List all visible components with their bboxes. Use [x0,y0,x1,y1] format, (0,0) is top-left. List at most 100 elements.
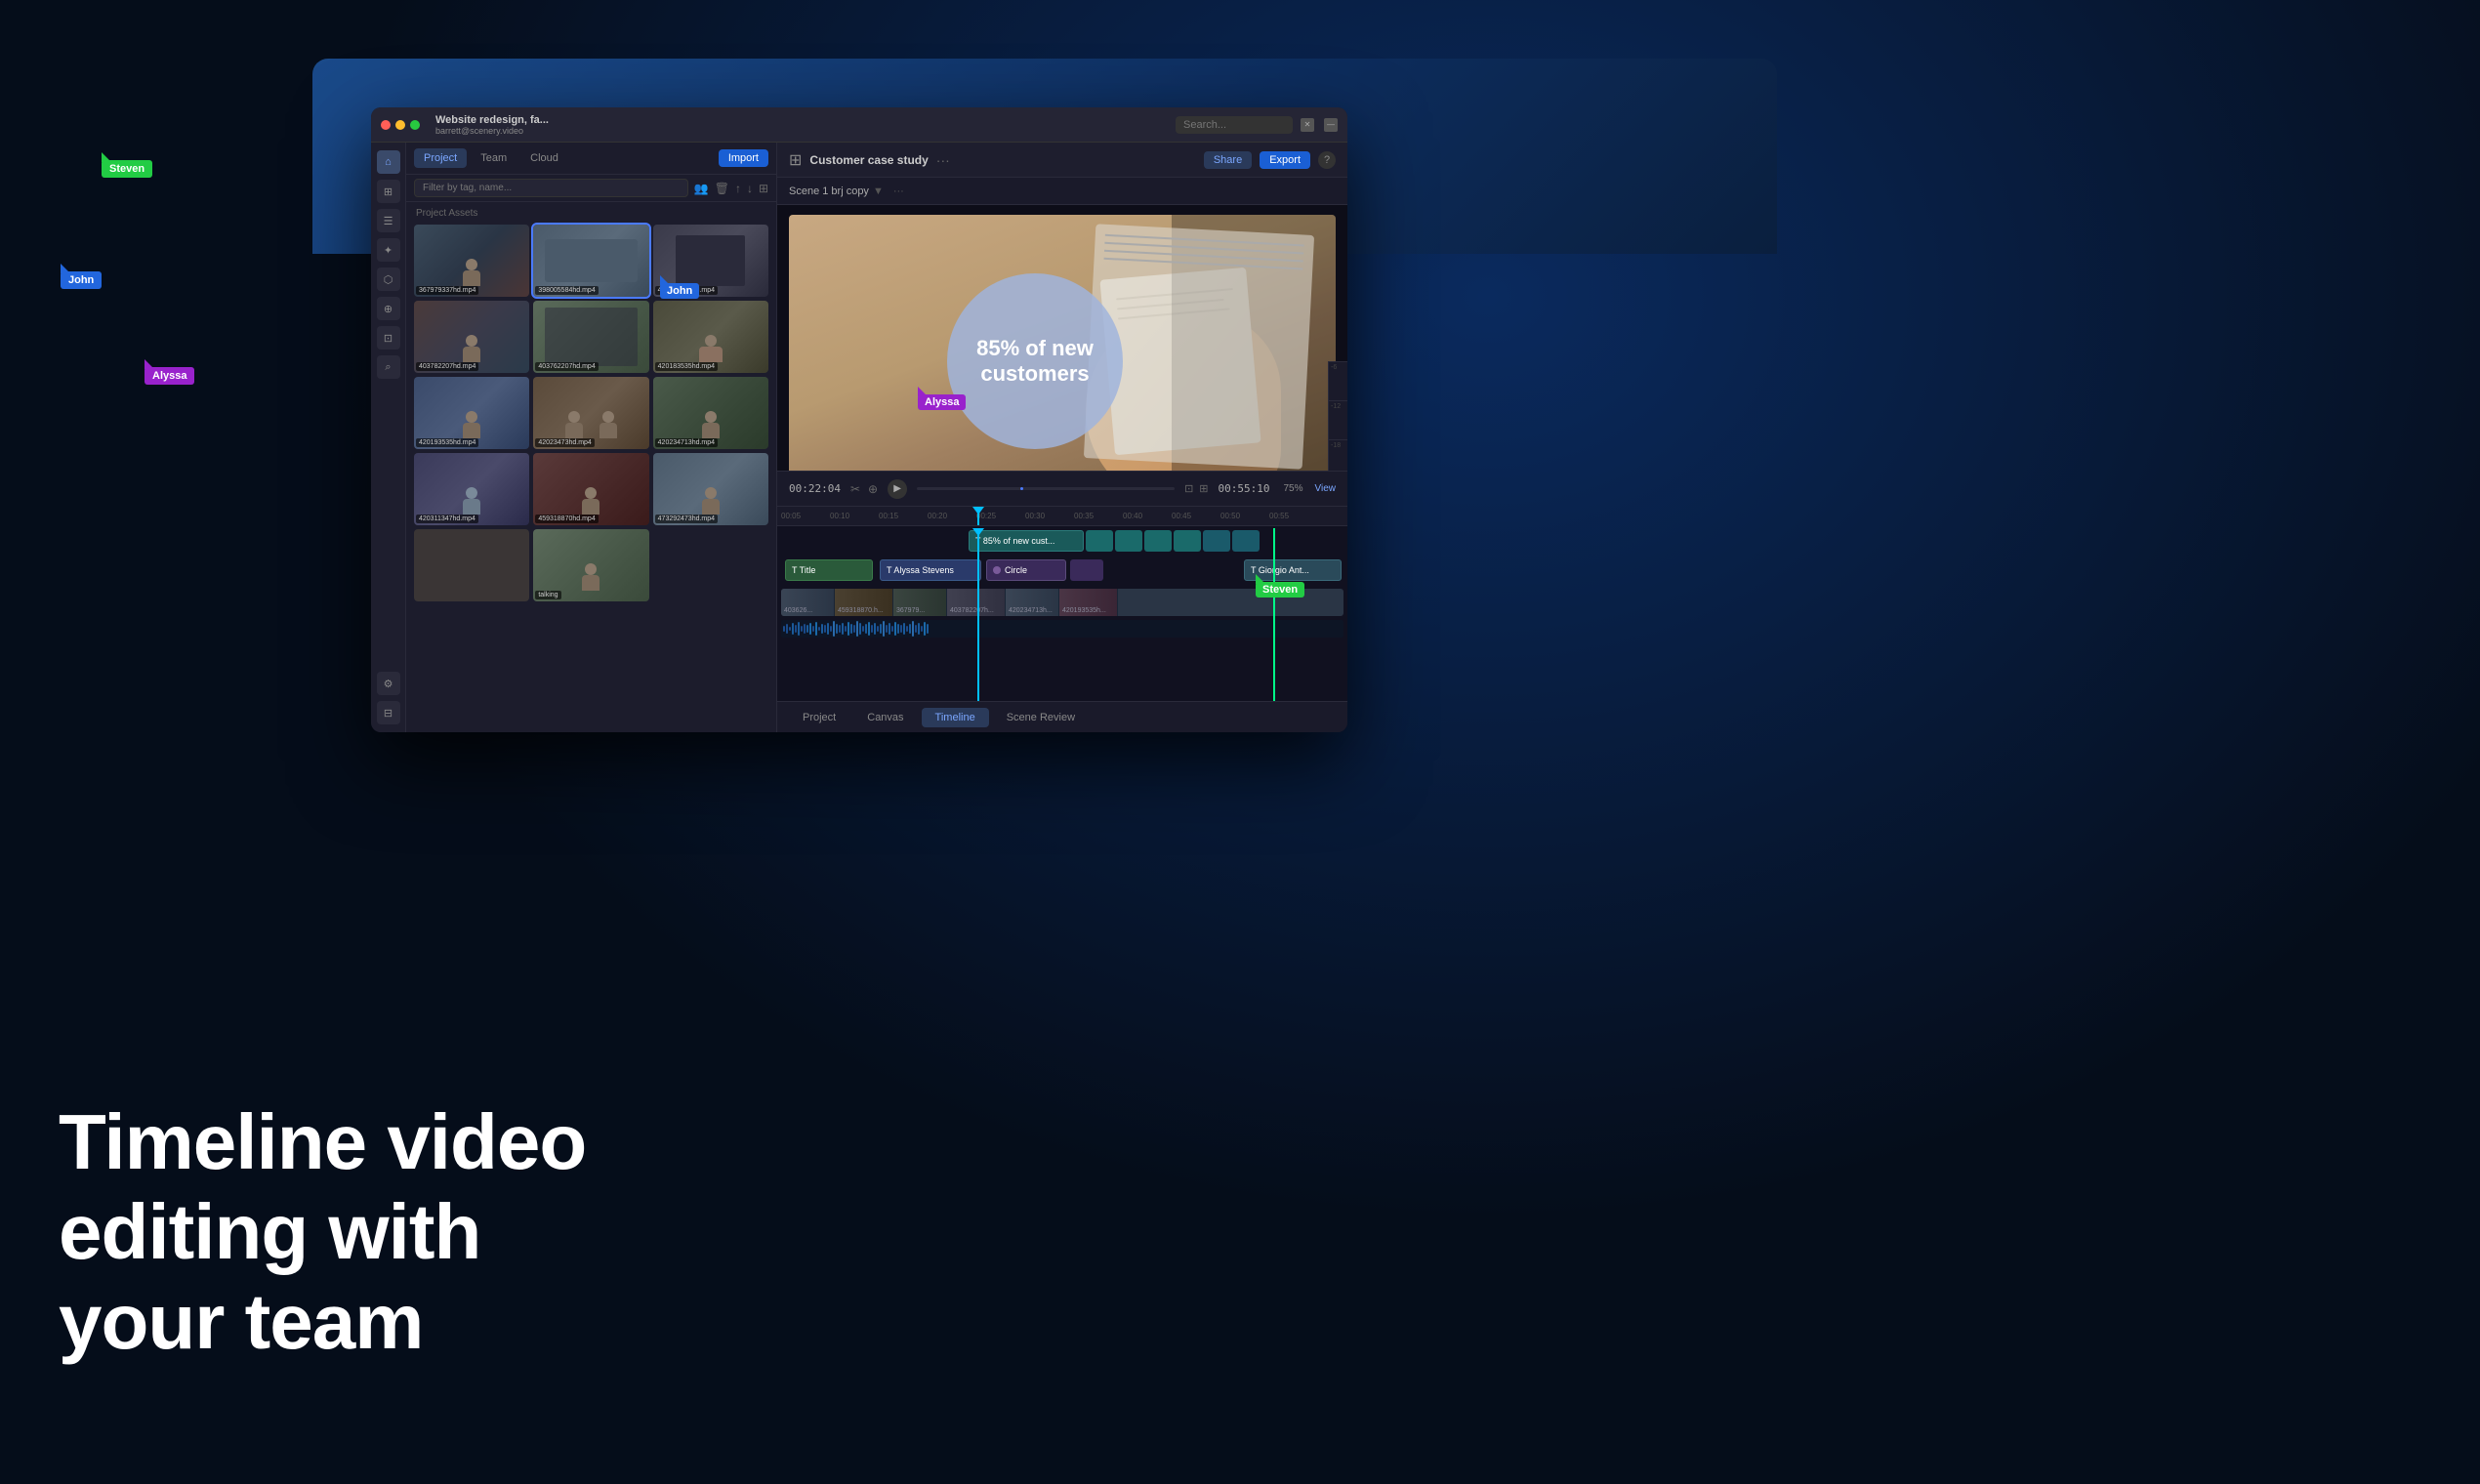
sidebar-icon-tag[interactable]: ⬡ [377,268,400,291]
timeline-area: 00:05 00:10 00:15 00:20 00:25 00:30 00:3… [777,506,1347,701]
tab-scene-review-bottom[interactable]: Scene Review [993,708,1089,727]
asset-filename-5: 403762207hd.mp4 [535,362,598,371]
frame-icon[interactable]: ⊡ [1184,482,1193,495]
app-body: ⌂ ⊞ ☰ ✦ ⬡ ⊕ ⊡ ⌕ ⚙ ⊟ Project Team Cloud I… [371,143,1347,732]
tab-team[interactable]: Team [471,148,517,168]
tab-project[interactable]: Project [414,148,467,168]
asset-filename-12: 473292473hd.mp4 [655,515,718,523]
asset-thumb-2[interactable]: 398005584hd.mp4 [533,225,648,297]
clip-teal-1[interactable] [1086,530,1113,552]
clip-teal-6[interactable] [1232,530,1260,552]
asset-thumb-1[interactable]: 367979337hd.mp4 [414,225,529,297]
clip-circle[interactable]: Circle [986,559,1066,581]
minimize-button[interactable] [395,120,405,130]
asset-thumb-5[interactable]: 403762207hd.mp4 [533,301,648,373]
playhead[interactable] [977,528,979,701]
tab-timeline-bottom[interactable]: Timeline [922,708,989,727]
cursor-steven: Steven [102,160,152,178]
cut-icon[interactable]: ✂ [850,482,860,496]
maximize-button[interactable] [410,120,420,130]
progress-bar-area[interactable] [917,487,1175,490]
play-button[interactable]: ▶ [888,479,907,499]
delete-icon[interactable]: 🗑 [715,182,729,195]
sidebar-icon-search[interactable]: ⌕ [377,355,400,379]
asset-thumb-11[interactable]: 459318870hd.mp4 [533,453,648,525]
cursor-john-label: John [61,271,102,289]
waveform [781,620,1343,638]
more-menu-icon[interactable]: ··· [936,152,950,168]
timeline-ruler: 00:05 00:10 00:15 00:20 00:25 00:30 00:3… [777,507,1347,526]
asset-filename-1: 367979337hd.mp4 [416,286,478,295]
headline: Timeline videoediting withyour team [59,1097,586,1367]
asset-filename-2: 398005584hd.mp4 [535,286,598,295]
view-controls: ⊡ ⊞ [1184,482,1208,495]
sidebar-icon-monitor[interactable]: ⊟ [377,701,400,724]
filter-input[interactable] [414,179,688,197]
clip-teal-2[interactable] [1115,530,1142,552]
asset-thumb-14[interactable]: talking [533,529,648,601]
sidebar-icon-home[interactable]: ⌂ [377,150,400,174]
sidebar-icon-layers[interactable]: ☰ [377,209,400,232]
preview-canvas: 85% of new customers -6 -12 -18 -24 -30 … [777,205,1347,471]
cursor-steven-timeline: Steven [1256,582,1304,598]
scene-selector: Scene 1 brj copy ▼ ··· [777,178,1347,205]
sidebar-icon-settings[interactable]: ⚙ [377,672,400,695]
clip-alyssa[interactable]: T Alyssa Stevens [880,559,981,581]
waveform-area [777,620,1347,639]
clip-title[interactable]: T Title [785,559,873,581]
project-title: Website redesign, fa... [435,114,549,126]
tab-canvas-bottom[interactable]: Canvas [853,708,917,727]
clip-stat[interactable]: T 85% of new cust... [969,530,1084,552]
asset-thumb-10[interactable]: 420311347hd.mp4 [414,453,529,525]
download-icon[interactable]: ↓ [747,182,753,195]
asset-thumb-6[interactable]: 420183535hd.mp4 [653,301,768,373]
scene-name[interactable]: Scene 1 brj copy ▼ ··· [789,186,904,197]
fullscreen-icon[interactable]: ⊞ [1199,482,1208,495]
sidebar-icon-sparkle[interactable]: ✦ [377,238,400,262]
user-email: barrett@scenery.video [435,126,549,136]
sidebar-icon-grid[interactable]: ⊞ [377,180,400,203]
import-button[interactable]: Import [719,149,768,167]
tab-cloud[interactable]: Cloud [520,148,568,168]
clip-teal-5[interactable] [1203,530,1230,552]
canvas-header: ⊞ Customer case study ··· Share Export ? [777,143,1347,178]
view-label[interactable]: View [1315,483,1337,494]
clip-extra[interactable] [1070,559,1103,581]
export-button[interactable]: Export [1260,151,1310,169]
share-button[interactable]: Share [1204,151,1252,169]
tracks-container: T 85% of new cust... [777,528,1347,701]
stat-text: 85% of new customers [947,326,1123,397]
sidebar-icon-crop[interactable]: ⊡ [377,326,400,350]
asset-thumb-8[interactable]: 42023473hd.mp4 [533,377,648,449]
asset-filename-4: 403782207hd.mp4 [416,362,478,371]
asset-thumb-13[interactable] [414,529,529,601]
canvas-title: Customer case study [809,153,928,167]
grid-view-icon[interactable]: ⊞ [759,182,768,195]
asset-thumb-7[interactable]: 420193535hd.mp4 [414,377,529,449]
tab-project-bottom[interactable]: Project [789,708,849,727]
playback-bar: 00:22:04 ✂ ⊕ ▶ ⊡ ⊞ 00:55:10 75% View [777,471,1347,506]
asset-thumb-4[interactable]: 403782207hd.mp4 [414,301,529,373]
app-window: Website redesign, fa... barrett@scenery.… [371,107,1347,732]
cursor-john: John [61,271,102,289]
cursor-alyssa-canvas: Alyssa [918,394,966,410]
clip-teal-4[interactable] [1174,530,1201,552]
split-icon[interactable]: ⊕ [868,482,878,496]
close-icon[interactable]: ✕ [1301,118,1314,132]
asset-filename-8: 42023473hd.mp4 [535,438,595,447]
track-row-1: T 85% of new cust... [777,528,1347,556]
icon-sidebar: ⌂ ⊞ ☰ ✦ ⬡ ⊕ ⊡ ⌕ ⚙ ⊟ [371,143,406,732]
clip-teal-3[interactable] [1144,530,1172,552]
title-info: Website redesign, fa... barrett@scenery.… [435,114,549,136]
sidebar-icon-tool[interactable]: ⊕ [377,297,400,320]
circle-overlay: 85% of new customers [947,273,1123,449]
asset-thumb-9[interactable]: 420234713hd.mp4 [653,377,768,449]
people-icon: 👥 [694,182,709,195]
asset-thumb-12[interactable]: 473292473hd.mp4 [653,453,768,525]
share-icon[interactable]: ↑ [735,182,741,195]
help-icon[interactable]: ? [1318,151,1336,169]
close-button[interactable] [381,120,391,130]
search-input[interactable] [1176,116,1293,134]
green-playhead [1273,528,1275,701]
minimize-icon[interactable]: — [1324,118,1338,132]
